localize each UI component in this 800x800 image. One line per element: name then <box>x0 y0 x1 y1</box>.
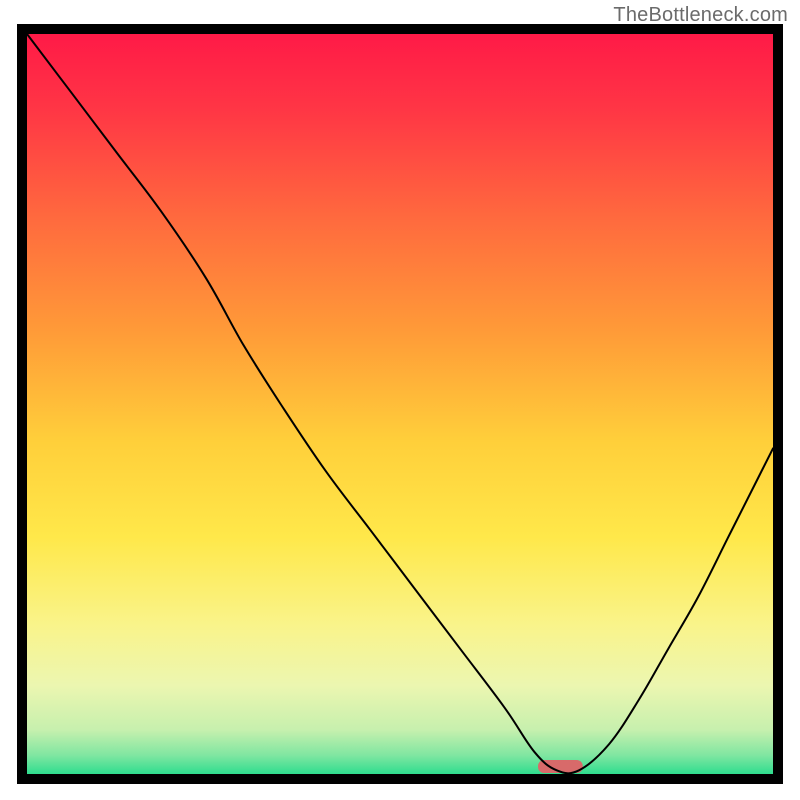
chart-container <box>17 24 783 784</box>
bottleneck-chart <box>17 24 783 784</box>
